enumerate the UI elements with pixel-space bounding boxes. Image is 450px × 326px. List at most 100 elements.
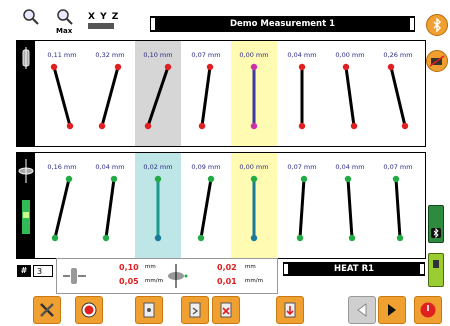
panel_top-column[interactable]: 0,26 mm (375, 41, 421, 146)
panel_bottom-rod (51, 175, 73, 242)
panel_bottom-rod (154, 175, 162, 242)
panel_bottom-column[interactable]: 0,09 mm (183, 153, 229, 258)
record-button[interactable] (75, 296, 103, 324)
vertical-offset-icon (168, 264, 188, 288)
panel-horizontal-strip (17, 41, 35, 146)
panel_top-rod (342, 63, 358, 130)
panel_top-column[interactable]: 0,00 mm (327, 41, 373, 146)
panel_bottom-rod (296, 175, 308, 242)
panel_top-rod-dot (114, 63, 122, 71)
next-button[interactable] (378, 296, 406, 324)
panel_top-column[interactable]: 0,10 mm (135, 41, 181, 146)
panel_bottom-rod-dot (396, 234, 404, 242)
move-down-button[interactable] (276, 296, 304, 324)
record-icon (81, 302, 97, 318)
panel_top-rod (387, 63, 409, 130)
panel_bottom-rod-dot (110, 175, 118, 183)
panel_bottom-column[interactable]: 0,16 mm (39, 153, 85, 258)
document-delete-icon (220, 302, 232, 318)
panel_bottom-rod (250, 175, 258, 242)
panel_bottom-column[interactable]: 0,02 mm (135, 153, 181, 258)
panel_bottom-column[interactable]: 0,07 mm (279, 153, 325, 258)
panel_top-rod-dot (144, 122, 152, 130)
panel_bottom-column[interactable]: 0,04 mm (87, 153, 133, 258)
panel_top-rod-line (344, 66, 356, 127)
previous-button[interactable] (348, 296, 376, 324)
document-next-icon (189, 302, 201, 318)
panel_top-rod-dot (387, 63, 395, 71)
machine-name: HEAT R1 (333, 264, 375, 274)
vertical-shaft-icon (18, 159, 34, 183)
panel_top-rod (50, 63, 74, 130)
zoom-button[interactable] (20, 8, 46, 34)
panel_top-rod (250, 63, 258, 130)
power-icon (420, 302, 436, 318)
document-add-icon (143, 302, 155, 318)
hash-badge: # (17, 265, 31, 277)
power-button[interactable] (414, 296, 442, 324)
no-camera-button[interactable] (426, 50, 448, 72)
offset-value-1: 0,10 (119, 263, 139, 272)
panel_top-column[interactable]: 0,07 mm (183, 41, 229, 146)
panel_top-rod-dot (342, 63, 350, 71)
panel_top-rod-dot (98, 122, 106, 130)
add-point-button[interactable] (135, 296, 163, 324)
counter-field[interactable]: 3 (33, 265, 53, 277)
triangle-right-icon (388, 304, 396, 316)
machine-name-bar: HEAT R1 (283, 262, 425, 276)
angle-value-2: 0,01 (217, 277, 237, 286)
sensor-battery-indicator (428, 253, 444, 287)
zoom-max-button[interactable]: Max (54, 8, 80, 35)
panel_bottom-rod (392, 175, 404, 242)
panel_bottom-rod-dot (102, 234, 110, 242)
panel_bottom-rod-dot (154, 234, 162, 242)
panel_bottom-rod-dot (348, 234, 356, 242)
xyz-label: X Y Z (88, 12, 120, 22)
panel_bottom-rod-dot (392, 175, 400, 183)
panel_top-rod-dot (298, 63, 306, 71)
panel_top-rod-dot (206, 63, 214, 71)
delete-point-button[interactable] (212, 296, 240, 324)
bluetooth-small-icon (431, 227, 441, 239)
magnifier-icon (23, 9, 39, 25)
battery-indicator (428, 205, 444, 243)
panel_top-rod-dot (50, 63, 58, 71)
bluetooth-button[interactable] (426, 14, 448, 36)
panel_bottom-rod-dot (51, 234, 59, 242)
camera-off-icon (429, 55, 445, 67)
triangle-left-icon (357, 303, 367, 317)
panel_top-rod-dot (66, 122, 74, 130)
panel_bottom-column[interactable]: 0,00 mm (231, 153, 277, 258)
panel_bottom-rod (102, 175, 118, 242)
max-label: Max (56, 27, 73, 35)
panel_bottom-rod-line (298, 178, 306, 239)
panel_bottom-rod-line (199, 178, 213, 239)
level-icon (22, 200, 30, 234)
panel_bottom-rod-dot (65, 175, 73, 183)
panel_bottom-rod-dot (250, 234, 258, 242)
xyz-button[interactable]: X Y Z (88, 12, 119, 29)
angle-unit-1: mm/m (145, 278, 163, 284)
tools-button[interactable] (33, 296, 61, 324)
panel_bottom-column[interactable]: 0,04 mm (327, 153, 373, 258)
horizontal-shaft-icon (22, 47, 30, 69)
panel_top-column[interactable]: 0,04 mm (279, 41, 325, 146)
panel_bottom-rod-dot (296, 234, 304, 242)
panel_top-rod-dot (350, 122, 358, 130)
panel_top-column[interactable]: 0,11 mm (39, 41, 85, 146)
panel_top-column[interactable]: 0,00 mm (231, 41, 277, 146)
arrow-down-icon (284, 302, 296, 318)
panel_top-rod-line (200, 66, 212, 127)
sensor-icon (433, 260, 439, 268)
panel_bottom-rod-line (346, 178, 354, 239)
magnifier-max-icon (57, 9, 73, 25)
panel-horizontal: 0,11 mm 0,32 mm 0,10 mm 0,07 mm 0,00 mm 0,04 … (16, 40, 426, 147)
panel_top-rod-line (100, 66, 120, 127)
next-point-button[interactable] (181, 296, 209, 324)
panel_top-rod-dot (250, 122, 258, 130)
offset-unit-2: mm (245, 264, 256, 270)
panel_top-rod-dot (164, 63, 172, 71)
panel_top-column[interactable]: 0,32 mm (87, 41, 133, 146)
panel_bottom-rod-dot (207, 175, 215, 183)
panel_bottom-column[interactable]: 0,07 mm (375, 153, 421, 258)
